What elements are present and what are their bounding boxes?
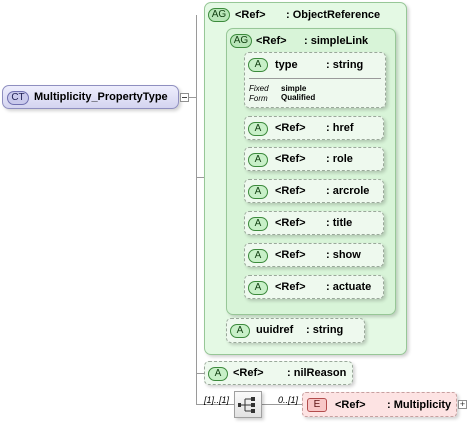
object-reference-ref: <Ref>: [235, 9, 266, 21]
attribute-badge: A: [248, 249, 268, 263]
sequence-compositor[interactable]: [234, 391, 262, 418]
attribute-href[interactable]: A <Ref> : href: [244, 116, 384, 140]
attribute-badge: A: [248, 58, 268, 72]
attribute-ref: <Ref>: [275, 122, 306, 134]
form-value: Qualified: [281, 93, 316, 102]
attribute-badge: A: [248, 281, 268, 295]
attribute-show[interactable]: A <Ref> : show: [244, 243, 384, 267]
attribute-badge: A: [248, 153, 268, 167]
attribute-group-badge: AG: [208, 8, 230, 22]
connector: [189, 97, 196, 98]
attribute-arcrole[interactable]: A <Ref> : arcrole: [244, 179, 384, 203]
attribute-name: : title: [326, 217, 353, 229]
attribute-ref: <Ref>: [275, 185, 306, 197]
attribute-name: uuidref: [256, 324, 294, 336]
attribute-ref: <Ref>: [233, 367, 264, 379]
sequence-cardinality: [1]..[1]: [204, 395, 230, 405]
element-badge: E: [307, 398, 327, 412]
attribute-name: : nilReason: [287, 367, 347, 379]
attribute-ref: <Ref>: [275, 249, 306, 261]
simple-link-type: : simpleLink: [304, 35, 369, 47]
object-reference-type: : ObjectReference: [286, 9, 381, 21]
attribute-type-value: : string: [306, 324, 344, 336]
form-label: Form: [249, 94, 268, 103]
attribute-name: : actuate: [326, 281, 372, 293]
attribute-name: : role: [326, 153, 353, 165]
sequence-icon: [238, 397, 255, 413]
complex-type-badge: CT: [7, 91, 29, 105]
element-multiplicity[interactable]: E <Ref> : Multiplicity: [302, 392, 457, 417]
attribute-role[interactable]: A <Ref> : role: [244, 147, 384, 171]
collapse-toggle[interactable]: [180, 93, 189, 102]
element-name: : Multiplicity: [387, 399, 452, 411]
details-separator: [249, 78, 381, 79]
attribute-ref: <Ref>: [275, 153, 306, 165]
attribute-badge: A: [208, 367, 228, 381]
attribute-type[interactable]: A type : string Fixed simple Form Qualif…: [244, 52, 386, 108]
attribute-badge: A: [248, 122, 268, 136]
expand-toggle[interactable]: +: [458, 400, 467, 409]
attribute-badge: A: [248, 185, 268, 199]
attribute-ref: <Ref>: [275, 281, 306, 293]
attribute-uuidref[interactable]: A uuidref : string: [226, 318, 365, 343]
connector: [196, 373, 204, 374]
attribute-name: : arcrole: [326, 185, 370, 197]
attribute-badge: A: [248, 217, 268, 231]
element-ref: <Ref>: [335, 399, 366, 411]
attribute-name: : href: [326, 122, 354, 134]
attribute-name: type: [275, 59, 298, 71]
connector: [196, 15, 197, 404]
complex-type-label: Multiplicity_PropertyType: [34, 91, 168, 103]
element-cardinality: 0..[1]: [278, 395, 299, 405]
attribute-group-badge: AG: [230, 34, 252, 48]
fixed-value: simple: [281, 84, 307, 93]
attribute-title[interactable]: A <Ref> : title: [244, 211, 384, 235]
complex-type-node[interactable]: CT Multiplicity_PropertyType: [2, 85, 179, 109]
fixed-label: Fixed: [249, 84, 269, 93]
attribute-actuate[interactable]: A <Ref> : actuate: [244, 275, 384, 299]
attribute-name: : show: [326, 249, 361, 261]
attribute-nil-reason[interactable]: A <Ref> : nilReason: [204, 361, 353, 385]
attribute-badge: A: [230, 324, 250, 338]
attribute-ref: <Ref>: [275, 217, 306, 229]
attribute-type-value: : string: [326, 59, 364, 71]
simple-link-ref: <Ref>: [256, 35, 287, 47]
